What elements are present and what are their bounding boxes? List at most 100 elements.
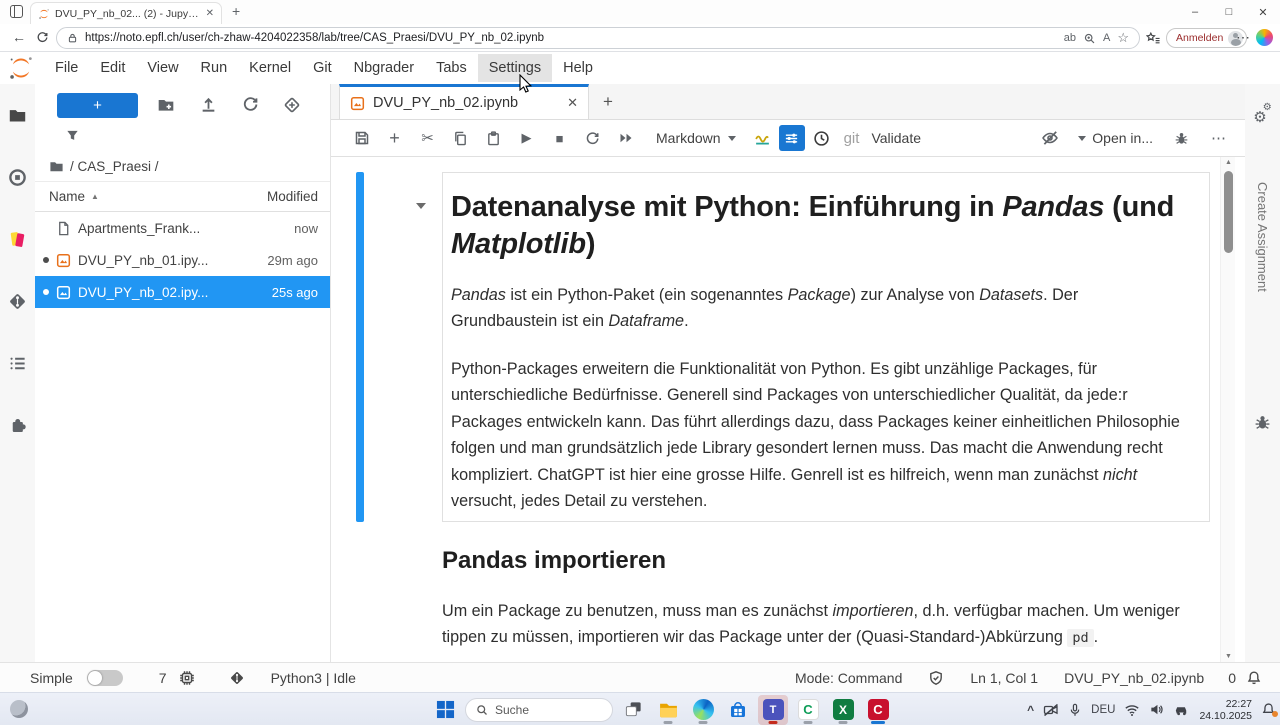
sort-ascending-icon[interactable]: ▲ — [91, 192, 99, 201]
running-kernels-icon[interactable] — [0, 168, 35, 187]
extension-manager-icon[interactable] — [0, 416, 35, 435]
copy-cell-icon[interactable] — [444, 124, 477, 152]
tray-expand-icon[interactable]: ^ — [1027, 703, 1034, 717]
refresh-file-list-icon[interactable] — [242, 96, 259, 113]
keyboard-language[interactable]: DEU — [1091, 704, 1115, 716]
excel-button[interactable]: X — [828, 695, 858, 725]
file-name[interactable]: Apartments_Frank... — [78, 221, 287, 236]
history-clock-icon[interactable] — [805, 124, 838, 152]
microphone-icon[interactable] — [1068, 703, 1082, 717]
notebook-content[interactable]: Datenanalyse mit Python: Einführung in P… — [331, 157, 1245, 662]
menu-git[interactable]: Git — [302, 54, 343, 82]
hidden-cells-icon[interactable] — [1033, 124, 1066, 152]
markdown-cell-2[interactable]: Pandas importieren Um ein Package zu ben… — [442, 547, 1210, 662]
tab-actions-icon[interactable] — [10, 5, 23, 18]
git-toolbar-label[interactable]: git — [844, 130, 860, 147]
volume-icon[interactable] — [1149, 702, 1164, 717]
new-launcher-button[interactable]: + — [57, 93, 138, 118]
vehicle-tray-icon[interactable] — [1173, 701, 1190, 718]
url-text[interactable]: https://noto.epfl.ch/user/ch-zhaw-420402… — [85, 32, 1057, 44]
read-aloud-icon[interactable]: A — [1103, 32, 1110, 44]
recorder-app-button[interactable]: C — [863, 695, 893, 725]
file-name[interactable]: DVU_PY_nb_02.ipy... — [78, 285, 265, 300]
markdown-cell-1[interactable]: Datenanalyse mit Python: Einführung in P… — [442, 172, 1210, 522]
save-icon[interactable] — [345, 124, 378, 152]
column-name-label[interactable]: Name — [49, 189, 85, 204]
wifi-icon[interactable] — [1124, 702, 1140, 718]
camera-off-icon[interactable] — [1043, 702, 1059, 718]
browser-tab[interactable]: DVU_PY_nb_02... (2) - JupyterLab ✕ — [30, 2, 222, 24]
extension-books-icon[interactable] — [0, 230, 35, 249]
simple-mode-toggle[interactable] — [87, 670, 123, 686]
menu-run[interactable]: Run — [190, 54, 239, 82]
add-tab-button[interactable]: + — [589, 84, 627, 119]
new-folder-icon[interactable] — [157, 96, 175, 114]
taskbar-search[interactable]: Suche — [465, 698, 613, 722]
execute-time-icon[interactable] — [746, 124, 779, 152]
menu-help[interactable]: Help — [552, 54, 604, 82]
restart-kernel-icon[interactable] — [576, 124, 609, 152]
file-row[interactable]: Apartments_Frank... now — [35, 212, 330, 244]
create-assignment-tab[interactable]: Create Assignment — [1245, 180, 1280, 350]
open-in-dropdown[interactable]: Open in... — [1078, 130, 1153, 146]
stop-kernel-icon[interactable]: ■ — [543, 124, 576, 152]
property-inspector-icon[interactable]: ⚙⚙ — [1245, 108, 1280, 126]
column-modified-label[interactable]: Modified — [267, 189, 318, 204]
debug-bug-icon[interactable] — [1165, 124, 1198, 152]
notification-center-icon[interactable] — [1261, 702, 1276, 717]
notebook-scrollbar[interactable]: ▲ ▼ — [1220, 157, 1235, 662]
translate-icon[interactable]: ab — [1064, 32, 1076, 44]
browser-menu-icon[interactable]: ⋯ — [1236, 29, 1250, 46]
copilot-icon[interactable] — [1256, 29, 1273, 46]
paste-cell-icon[interactable] — [477, 124, 510, 152]
bookmark-star-icon[interactable]: ☆ — [1117, 30, 1129, 46]
weather-widget-icon[interactable] — [10, 700, 28, 718]
scroll-up-icon[interactable]: ▲ — [1221, 159, 1236, 166]
upload-icon[interactable] — [200, 96, 217, 113]
cell-toolbar-toggle-icon[interactable] — [779, 125, 805, 151]
cell-collapse-icon[interactable] — [416, 203, 426, 209]
file-name[interactable]: DVU_PY_nb_01.ipy... — [78, 253, 260, 268]
git-clone-icon[interactable] — [283, 96, 301, 114]
url-bar[interactable]: https://noto.epfl.ch/user/ch-zhaw-420402… — [56, 27, 1140, 49]
browser-tab-close-icon[interactable]: ✕ — [206, 9, 214, 19]
teams-button[interactable]: T — [758, 695, 788, 725]
menu-edit[interactable]: Edit — [89, 54, 136, 82]
cursor-position[interactable]: Ln 1, Col 1 — [970, 670, 1038, 686]
scrollbar-thumb[interactable] — [1224, 171, 1233, 253]
debugger-icon[interactable] — [1245, 414, 1280, 431]
tray-clock[interactable]: 22:27 24.10.2025 — [1199, 698, 1252, 722]
cut-cell-icon[interactable]: ✂ — [411, 124, 444, 152]
file-browser-icon[interactable] — [0, 106, 35, 125]
browser-back-icon[interactable]: ← — [12, 29, 26, 45]
window-close-button[interactable]: ✕ — [1246, 0, 1280, 24]
file-row[interactable]: DVU_PY_nb_01.ipy... 29m ago — [35, 244, 330, 276]
table-of-contents-icon[interactable] — [0, 354, 35, 373]
breadcrumb-path[interactable]: / CAS_Praesi / — [70, 159, 159, 174]
terminal-chip-icon[interactable] — [179, 670, 195, 686]
validate-button[interactable]: Validate — [871, 130, 921, 146]
statusbar-filename[interactable]: DVU_PY_nb_02.ipynb — [1064, 670, 1204, 686]
cell-type-dropdown[interactable]: Markdown — [656, 130, 736, 146]
more-actions-icon[interactable]: ⋯ — [1202, 124, 1235, 152]
clipchamp-button[interactable]: C — [793, 695, 823, 725]
menu-tabs[interactable]: Tabs — [425, 54, 478, 82]
insert-cell-icon[interactable]: + — [378, 124, 411, 152]
breadcrumb[interactable]: / CAS_Praesi / — [35, 152, 330, 182]
menu-file[interactable]: File — [44, 54, 89, 82]
scroll-down-icon[interactable]: ▼ — [1221, 653, 1236, 660]
notebook-tab[interactable]: DVU_PY_nb_02.ipynb ✕ — [339, 84, 589, 119]
notification-bell-icon[interactable] — [1246, 670, 1262, 686]
filter-icon[interactable] — [65, 128, 80, 143]
favorites-bar-icon[interactable] — [1146, 31, 1160, 45]
window-minimize-button[interactable]: – — [1178, 0, 1212, 24]
start-button[interactable] — [430, 695, 460, 725]
home-folder-icon[interactable] — [49, 159, 64, 174]
window-maximize-button[interactable]: □ — [1212, 0, 1246, 24]
file-row-selected[interactable]: DVU_PY_nb_02.ipy... 25s ago — [35, 276, 330, 308]
restart-run-all-icon[interactable] — [609, 124, 642, 152]
file-explorer-button[interactable] — [653, 695, 683, 725]
notebook-tab-label[interactable]: DVU_PY_nb_02.ipynb — [373, 95, 559, 111]
kernel-status[interactable]: Python3 | Idle — [271, 670, 356, 686]
menu-kernel[interactable]: Kernel — [238, 54, 302, 82]
